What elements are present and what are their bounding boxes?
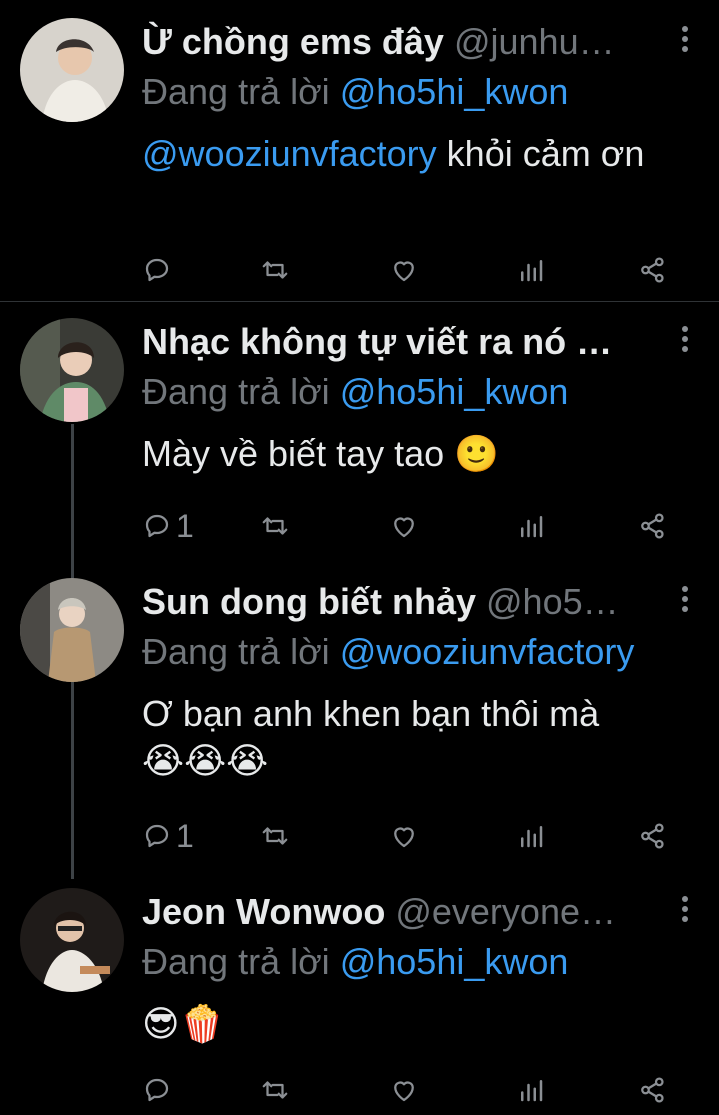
display-name[interactable]: Sun dong biết nhảy [142, 581, 476, 622]
tweet-text-content: Ơ bạn anh khen bạn thôi mà [142, 693, 600, 734]
share-icon [638, 511, 668, 541]
user-handle[interactable]: @everyone… [395, 891, 616, 932]
analytics-icon [516, 1075, 546, 1105]
emoji: 😭😭😭 [142, 741, 269, 782]
analytics-icon [516, 511, 546, 541]
avatar[interactable] [20, 318, 124, 422]
reply-icon [142, 255, 172, 285]
display-name[interactable]: Ừ chồng ems đây [142, 21, 444, 62]
like-icon [389, 255, 419, 285]
more-icon[interactable] [679, 896, 691, 930]
share-button[interactable] [638, 506, 668, 546]
emoji: 😎🍿 [142, 1004, 225, 1045]
replying-to-handle[interactable]: @wooziunvfactory [340, 631, 635, 672]
action-bar: 1 [142, 816, 682, 856]
replying-to-label: Đang trả lời [142, 631, 330, 672]
replying-to-handle[interactable]: @ho5hi_kwon [340, 941, 569, 982]
emoji: 🙂 [454, 434, 499, 475]
reply-icon [142, 511, 172, 541]
replying-to: Đang trả lời @ho5hi_kwon [142, 368, 568, 416]
replying-to: Đang trả lời @wooziunvfactory [142, 628, 634, 676]
like-icon [389, 1075, 419, 1105]
reply-icon [142, 1075, 172, 1105]
more-icon[interactable] [679, 26, 691, 60]
analytics-button[interactable] [516, 506, 546, 546]
action-bar [142, 250, 682, 290]
more-icon[interactable] [679, 586, 691, 620]
retweet-icon [260, 511, 290, 541]
reply-tweet[interactable]: Nhạc không tự viết ra nó … Đang trả lời … [0, 318, 719, 568]
display-name[interactable]: Nhạc không tự viết ra nó … [142, 321, 612, 362]
share-button[interactable] [638, 1070, 668, 1110]
reply-tweet[interactable]: Ừ chồng ems đây @junhu… Đang trả lời @ho… [0, 18, 719, 300]
retweet-icon [260, 1075, 290, 1105]
like-button[interactable] [389, 506, 419, 546]
tweet-header: Ừ chồng ems đây @junhu… [142, 18, 663, 66]
replying-to: Đang trả lời @ho5hi_kwon [142, 938, 568, 986]
analytics-icon [516, 821, 546, 851]
tweet-header: Sun dong biết nhảy @ho5… [142, 578, 663, 626]
action-bar: 1 [142, 506, 682, 546]
replying-to-label: Đang trả lời [142, 371, 330, 412]
avatar[interactable] [20, 888, 124, 992]
user-handle[interactable]: @junhu… [454, 21, 615, 62]
retweet-button[interactable] [260, 506, 290, 546]
avatar[interactable] [20, 18, 124, 122]
retweet-icon [260, 255, 290, 285]
replying-to-label: Đang trả lời [142, 941, 330, 982]
action-bar [142, 1070, 682, 1110]
user-handle[interactable]: @ho5… [486, 581, 619, 622]
reply-button[interactable] [142, 250, 176, 290]
analytics-button[interactable] [516, 1070, 546, 1110]
like-button[interactable] [389, 250, 419, 290]
analytics-button[interactable] [516, 250, 546, 290]
reply-button[interactable]: 1 [142, 816, 194, 856]
share-button[interactable] [638, 250, 668, 290]
mention-link[interactable]: @wooziunvfactory [142, 133, 437, 174]
like-icon [389, 511, 419, 541]
reply-count: 1 [176, 507, 194, 544]
retweet-button[interactable] [260, 250, 290, 290]
tweet-text: Ơ bạn anh khen bạn thôi mà 😭😭😭 [142, 690, 695, 786]
retweet-button[interactable] [260, 1070, 290, 1110]
reply-tweet[interactable]: Sun dong biết nhảy @ho5… Đang trả lời @w… [0, 578, 719, 868]
like-icon [389, 821, 419, 851]
retweet-button[interactable] [260, 816, 290, 856]
replying-to-label: Đang trả lời [142, 71, 330, 112]
reply-button[interactable] [142, 1070, 176, 1110]
share-button[interactable] [638, 816, 668, 856]
tweet-text: Mày về biết tay tao 🙂 [142, 430, 695, 479]
replying-to-handle[interactable]: @ho5hi_kwon [340, 371, 569, 412]
more-icon[interactable] [679, 326, 691, 360]
share-icon [638, 821, 668, 851]
retweet-icon [260, 821, 290, 851]
like-button[interactable] [389, 1070, 419, 1110]
reply-icon [142, 821, 172, 851]
avatar[interactable] [20, 578, 124, 682]
tweet-header: Nhạc không tự viết ra nó … [142, 318, 663, 366]
like-button[interactable] [389, 816, 419, 856]
tweet-text-content: Mày về biết tay tao [142, 433, 455, 474]
analytics-button[interactable] [516, 816, 546, 856]
replying-to: Đang trả lời @ho5hi_kwon [142, 68, 568, 116]
divider [0, 301, 719, 302]
analytics-icon [516, 255, 546, 285]
share-icon [638, 1075, 668, 1105]
share-icon [638, 255, 668, 285]
display-name[interactable]: Jeon Wonwoo [142, 891, 385, 932]
reply-count: 1 [176, 817, 194, 854]
tweet-header: Jeon Wonwoo @everyone… [142, 888, 663, 936]
reply-button[interactable]: 1 [142, 506, 194, 546]
tweet-text-content: khỏi cảm ơn [436, 133, 645, 174]
reply-tweet[interactable]: Jeon Wonwoo @everyone… Đang trả lời @ho5… [0, 888, 719, 1115]
tweet-text: 😎🍿 [142, 1000, 695, 1049]
tweet-text: @wooziunvfactory khỏi cảm ơn [142, 130, 695, 178]
replying-to-handle[interactable]: @ho5hi_kwon [340, 71, 569, 112]
